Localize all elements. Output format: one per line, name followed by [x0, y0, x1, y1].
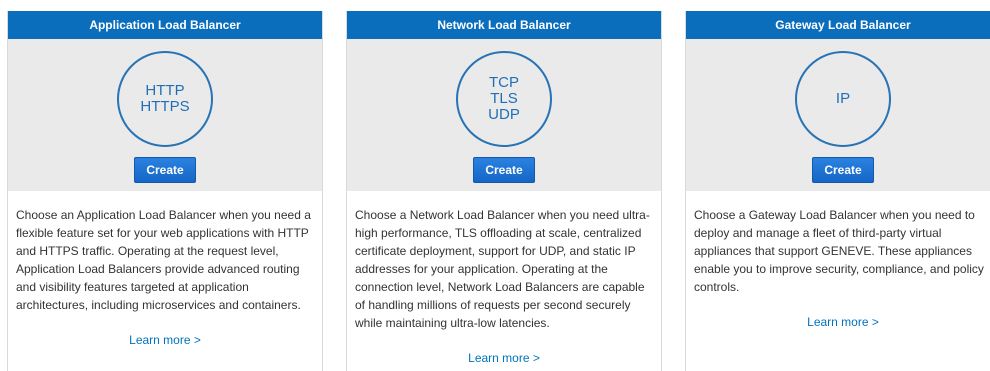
- card-description: Choose a Network Load Balancer when you …: [355, 208, 650, 330]
- card-visual: TCP TLS UDP Create: [347, 39, 661, 191]
- card-description: Choose a Gateway Load Balancer when you …: [694, 208, 984, 294]
- protocol-circle-icon: HTTP HTTPS: [117, 51, 213, 147]
- protocol-circle-icon: TCP TLS UDP: [456, 51, 552, 147]
- card-visual: IP Create: [686, 39, 990, 191]
- create-network-load-balancer-button[interactable]: Create: [473, 157, 535, 183]
- learn-more-link[interactable]: Learn more >: [8, 333, 322, 347]
- create-gateway-load-balancer-button[interactable]: Create: [812, 157, 874, 183]
- card-application-load-balancer: Application Load Balancer HTTP HTTPS Cre…: [7, 11, 323, 371]
- protocol-label: IP: [835, 90, 851, 107]
- protocol-label: TLS: [490, 90, 518, 107]
- protocol-label: UDP: [488, 106, 520, 123]
- card-title: Application Load Balancer: [8, 11, 322, 39]
- card-gateway-load-balancer: Gateway Load Balancer IP Create Choose a…: [685, 11, 990, 371]
- protocol-circle-icon: IP: [795, 51, 891, 147]
- card-title: Gateway Load Balancer: [686, 11, 990, 39]
- learn-more-link[interactable]: Learn more >: [347, 351, 661, 365]
- protocol-label: TCP: [489, 74, 519, 91]
- card-network-load-balancer: Network Load Balancer TCP TLS UDP Create…: [346, 11, 662, 371]
- learn-more-link[interactable]: Learn more >: [686, 315, 990, 329]
- card-description: Choose an Application Load Balancer when…: [16, 208, 311, 312]
- card-visual: HTTP HTTPS Create: [8, 39, 322, 191]
- protocol-label: HTTP: [145, 82, 185, 99]
- protocol-label: HTTPS: [140, 98, 190, 115]
- card-title: Network Load Balancer: [347, 11, 661, 39]
- create-application-load-balancer-button[interactable]: Create: [134, 157, 196, 183]
